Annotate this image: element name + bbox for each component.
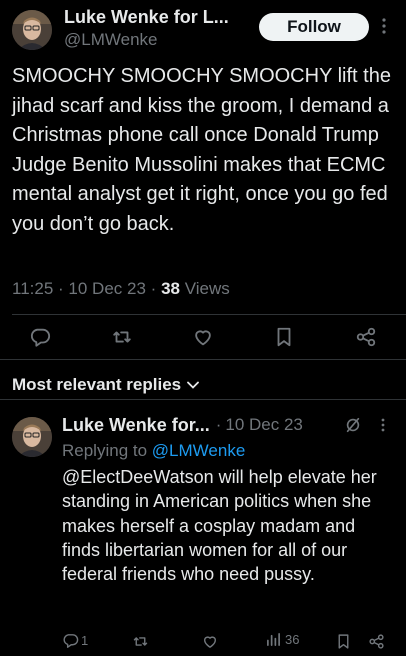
- post-meta: 11:25 · 10 Dec 23 · 38 Views: [12, 278, 230, 300]
- meta-separator: ·: [215, 415, 222, 434]
- share-icon[interactable]: [353, 325, 379, 349]
- reply-icon: [62, 632, 79, 649]
- more-icon[interactable]: [376, 414, 390, 436]
- replying-to-label: Replying to: [62, 441, 148, 460]
- replying-to: Replying to @LMWenke: [62, 440, 245, 462]
- reply-header: Luke Wenke for... · 10 Dec 23: [62, 414, 352, 436]
- views-count: 38: [161, 279, 180, 298]
- post-date[interactable]: 10 Dec 23: [68, 279, 146, 298]
- author-name[interactable]: Luke Wenke for L...: [64, 6, 252, 28]
- reply-icon[interactable]: [28, 325, 52, 349]
- views-icon: [266, 632, 281, 647]
- divider: [12, 314, 406, 315]
- reply-date[interactable]: 10 Dec 23: [225, 414, 303, 436]
- replying-to-handle[interactable]: @LMWenke: [152, 441, 245, 460]
- meta-separator: ·: [150, 279, 157, 298]
- bookmark-icon[interactable]: [334, 631, 352, 651]
- post-text: SMOOCHY SMOOCHY SMOOCHY lift the jihad s…: [12, 65, 391, 235]
- reply-author-avatar[interactable]: [12, 417, 52, 457]
- retweet-icon[interactable]: [109, 325, 135, 349]
- retweet-icon[interactable]: [130, 631, 150, 651]
- bookmark-icon[interactable]: [272, 325, 296, 349]
- more-icon[interactable]: [374, 14, 394, 38]
- reply-author-name[interactable]: Luke Wenke for...: [62, 414, 210, 436]
- replies-sort-label: Most relevant replies: [12, 375, 182, 394]
- post-time[interactable]: 11:25: [12, 279, 53, 298]
- author-handle[interactable]: @LMWenke: [64, 30, 157, 50]
- divider: [0, 359, 406, 360]
- reply-reply-button[interactable]: 1: [62, 632, 88, 649]
- chevron-down-icon: [187, 381, 200, 389]
- share-icon[interactable]: [366, 631, 386, 651]
- reply-count: 1: [81, 633, 89, 648]
- reply-text: @ElectDeeWatson will help elevate her st…: [62, 465, 380, 586]
- like-icon[interactable]: [200, 631, 220, 651]
- replies-sort-toggle[interactable]: Most relevant replies: [12, 374, 200, 396]
- reply-mention[interactable]: @ElectDeeWatson: [62, 467, 214, 487]
- reply-views-count: 36: [285, 632, 300, 647]
- grok-icon[interactable]: [342, 414, 364, 436]
- reply-views[interactable]: 36: [266, 632, 299, 647]
- author-avatar[interactable]: [12, 10, 52, 50]
- like-icon[interactable]: [190, 325, 216, 349]
- divider: [0, 399, 406, 400]
- views-label: Views: [184, 279, 230, 298]
- meta-separator: ·: [58, 279, 64, 298]
- follow-button[interactable]: Follow: [259, 13, 369, 41]
